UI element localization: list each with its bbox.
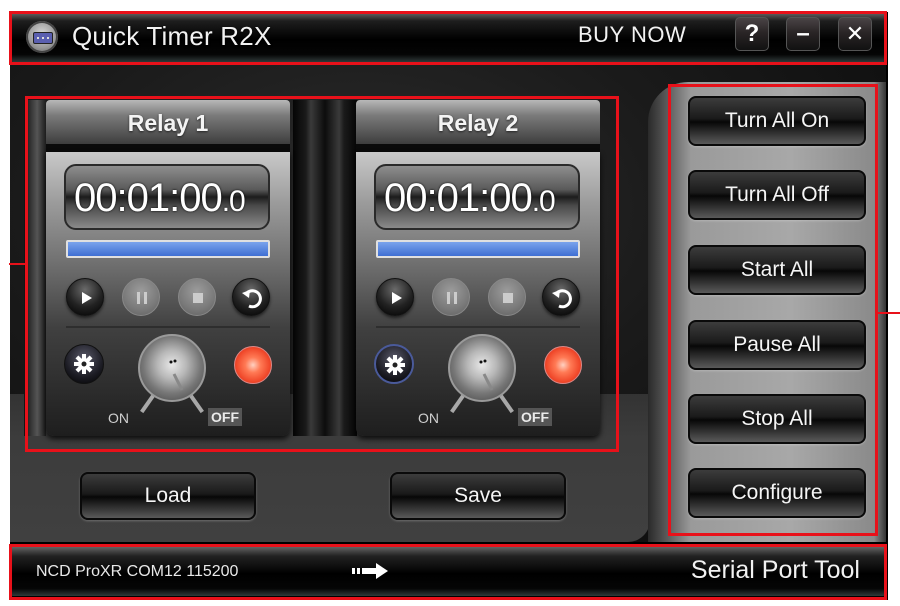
reset-button[interactable]	[542, 278, 580, 316]
connection-status: NCD ProXR COM12 115200	[36, 563, 239, 580]
tool-name-label: Serial Port Tool	[690, 556, 860, 584]
relay-header: Relay 2	[356, 100, 600, 144]
app-title: Quick Timer R2X	[72, 21, 272, 51]
pause-all-button[interactable]: Pause All	[688, 320, 866, 370]
help-button[interactable]: ?	[735, 17, 769, 51]
timer-progress-bar	[376, 240, 580, 258]
stop-icon	[503, 293, 513, 303]
global-controls-panel: Turn All On Turn All Off Start All Pause…	[648, 82, 886, 542]
play-button[interactable]	[66, 278, 104, 316]
on-off-knob[interactable]	[138, 334, 206, 402]
configure-button[interactable]: Configure	[688, 468, 866, 518]
on-label: ON	[418, 410, 439, 426]
turn-all-off-button[interactable]: Turn All Off	[688, 170, 866, 220]
off-label: OFF	[208, 408, 242, 426]
settings-button[interactable]	[64, 344, 104, 384]
send-arrow-icon	[352, 563, 388, 579]
pause-icon	[447, 292, 457, 304]
timer-value: 00:01:00	[384, 176, 533, 220]
knob-indicator-icon	[169, 359, 184, 391]
app-logo-icon	[26, 21, 58, 53]
stop-button[interactable]	[178, 278, 216, 316]
start-all-button[interactable]: Start All	[688, 245, 866, 295]
gear-icon	[385, 355, 405, 375]
close-button[interactable]: ✕	[838, 17, 872, 51]
relay-name: Relay 1	[127, 110, 209, 136]
timer-display[interactable]: 00:01:00.0	[64, 164, 270, 230]
main-area: Relay 1 00:01:00.0 ON OFF Relay 2 00:01:…	[10, 64, 886, 542]
left-rail	[24, 100, 46, 436]
relay-header: Relay 1	[46, 100, 290, 144]
pause-button[interactable]	[432, 278, 470, 316]
timer-tenths: .0	[221, 185, 246, 218]
relay-separator	[293, 100, 357, 436]
pause-icon	[137, 292, 147, 304]
off-label: OFF	[518, 408, 552, 426]
play-icon	[82, 292, 92, 304]
pause-button[interactable]	[122, 278, 160, 316]
play-icon	[392, 292, 402, 304]
settings-button[interactable]	[374, 344, 414, 384]
save-button[interactable]: Save	[390, 472, 566, 520]
play-button[interactable]	[376, 278, 414, 316]
app-window: Quick Timer R2X BUY NOW ? – ✕ Relay 1 00…	[10, 12, 888, 600]
timer-display[interactable]: 00:01:00.0	[374, 164, 580, 230]
on-label: ON	[108, 410, 129, 426]
stop-all-button[interactable]: Stop All	[688, 394, 866, 444]
relay-body: 00:01:00.0 ON OFF	[356, 152, 600, 436]
reset-icon	[552, 289, 572, 309]
relay-name: Relay 2	[437, 110, 519, 136]
stop-button[interactable]	[488, 278, 526, 316]
load-button[interactable]: Load	[80, 472, 256, 520]
divider	[376, 326, 580, 328]
gear-icon	[74, 354, 94, 374]
title-bar: Quick Timer R2X BUY NOW ? – ✕	[10, 12, 886, 62]
on-off-knob[interactable]	[448, 334, 516, 402]
minimize-button[interactable]: –	[786, 17, 820, 51]
reset-icon	[242, 289, 262, 309]
stop-icon	[193, 293, 203, 303]
timer-tenths: .0	[531, 185, 556, 218]
relay-body: 00:01:00.0 ON OFF	[46, 152, 290, 436]
reset-button[interactable]	[232, 278, 270, 316]
timer-progress-bar	[66, 240, 270, 258]
timer-value: 00:01:00	[74, 176, 223, 220]
relay-card-2: Relay 2 00:01:00.0 ON OFF	[356, 100, 600, 436]
relay-card-1: Relay 1 00:01:00.0 ON OFF	[46, 100, 290, 436]
divider	[66, 326, 270, 328]
status-bar: NCD ProXR COM12 115200 Serial Port Tool	[10, 546, 886, 596]
knob-indicator-icon	[479, 359, 494, 391]
relay-status-led	[544, 346, 582, 384]
turn-all-on-button[interactable]: Turn All On	[688, 96, 866, 146]
relay-status-led	[234, 346, 272, 384]
buy-now-link[interactable]: BUY NOW	[578, 22, 686, 48]
